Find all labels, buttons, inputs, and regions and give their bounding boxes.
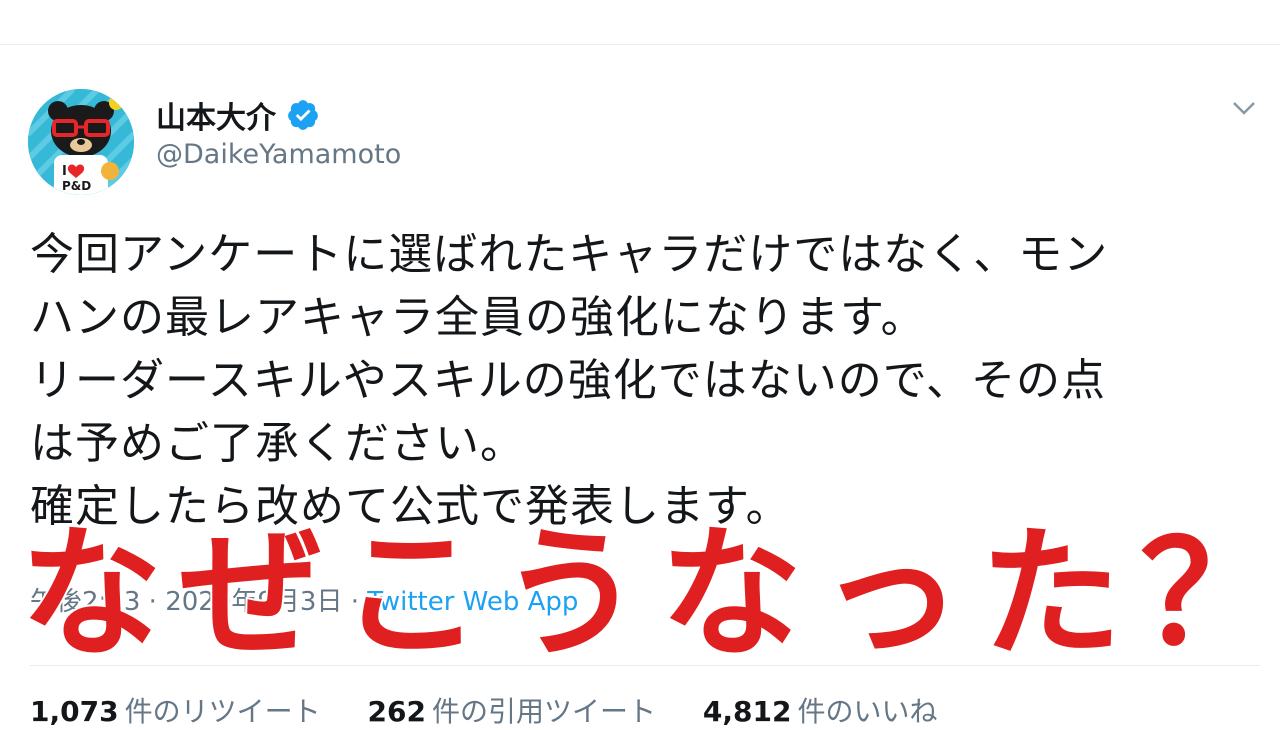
tweet-stats: 1,073 件のリツイート 262 件の引用ツイート 4,812 件のいいね — [30, 690, 975, 730]
chevron-down-icon[interactable] — [1228, 97, 1260, 119]
svg-text:P&D: P&D — [62, 179, 91, 193]
likes-count: 4,812 — [702, 695, 792, 728]
display-name[interactable]: 山本大介 — [156, 93, 276, 137]
tweet-text-line: ハンの最レアキャラ全員の強化になります。 — [30, 292, 926, 343]
overlay-caption: なぜこうなった？ — [18, 512, 1280, 677]
tweet-text: 今回アンケートに選ばれたキャラだけではなく、モン ハンの最レアキャラ全員の強化に… — [30, 223, 1260, 538]
svg-text:I: I — [62, 164, 67, 179]
tweet-text-line: は予めご了承ください。 — [30, 418, 525, 469]
quotes-stat[interactable]: 262 件の引用ツイート — [368, 695, 656, 728]
retweets-count: 1,073 — [30, 695, 119, 728]
retweets-stat[interactable]: 1,073 件のリツイート — [30, 695, 321, 728]
bear-avatar-image: I P&D — [28, 89, 134, 195]
quotes-count: 262 — [367, 695, 426, 728]
verified-badge-icon — [288, 100, 318, 130]
tweet-text-line: 今回アンケートに選ばれたキャラだけではなく、モン — [30, 229, 1109, 280]
avatar[interactable]: I P&D — [28, 89, 134, 195]
quotes-label: 件の引用ツイート — [431, 695, 656, 728]
top-strip — [0, 0, 1280, 45]
likes-label: 件のいいね — [797, 695, 938, 728]
likes-stat[interactable]: 4,812 件のいいね — [703, 695, 938, 728]
author-line: 山本大介 — [156, 93, 320, 137]
handle[interactable]: @DaikeYamamoto — [156, 139, 401, 170]
tweet-text-line: リーダースキルやスキルの強化ではないので、その点 — [30, 355, 1107, 406]
retweets-label: 件のリツイート — [124, 695, 321, 728]
